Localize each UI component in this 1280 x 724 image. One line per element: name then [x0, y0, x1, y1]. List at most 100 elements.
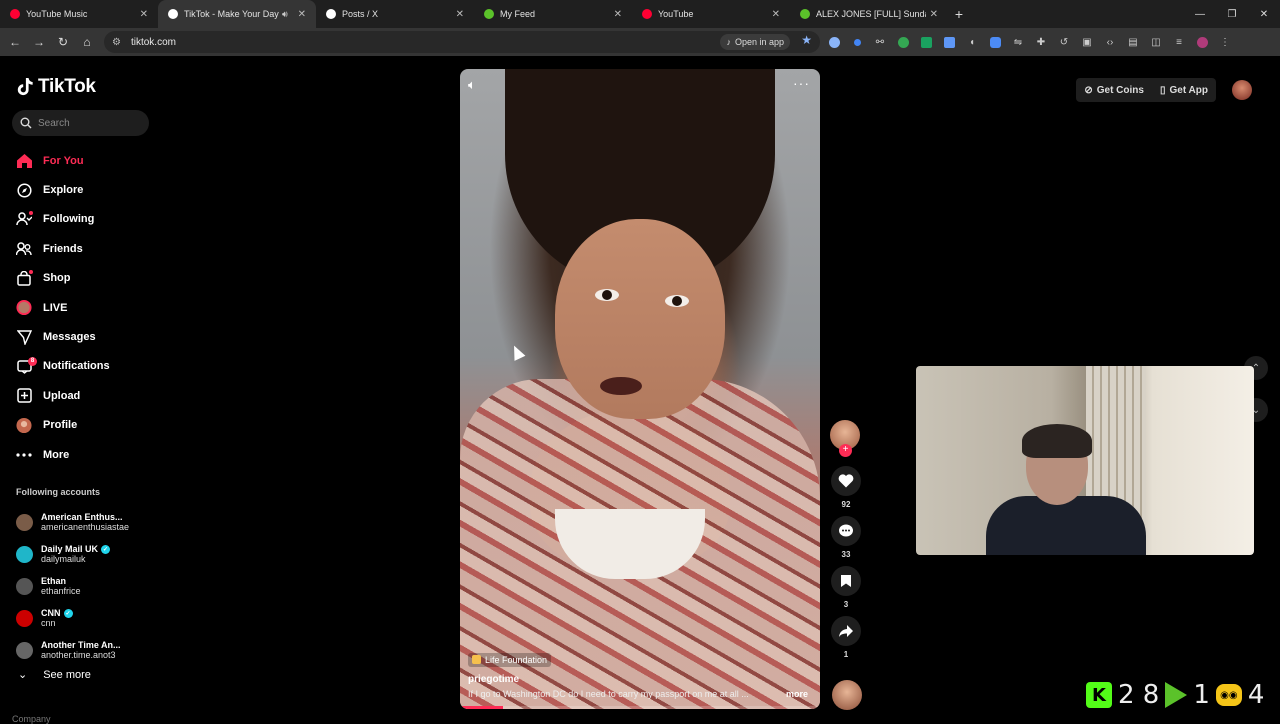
nav-item-label: Shop [43, 272, 71, 285]
restore-icon[interactable]: ❐ [1216, 9, 1248, 20]
video-progress-bar[interactable] [460, 706, 820, 709]
header-actions: ⊘ Get Coins ▯ Get App [1076, 78, 1252, 102]
minimize-icon[interactable]: — [1184, 9, 1216, 20]
share-action[interactable]: 1 [830, 616, 862, 660]
sidebar-icon[interactable]: ▤ [1125, 36, 1141, 48]
nav-item-label: Following [43, 213, 95, 226]
video-tag[interactable]: Life Foundation [468, 652, 552, 667]
nav-item-live[interactable]: LIVE [16, 293, 156, 322]
browser-tab[interactable]: Posts / X ✕ [316, 0, 474, 28]
search-input[interactable] [38, 117, 138, 129]
extension-icon[interactable] [895, 36, 911, 48]
comment-action[interactable]: 33 [830, 516, 862, 560]
browser-tab[interactable]: My Feed ✕ [474, 0, 632, 28]
translate-icon[interactable]: ⇋ [1010, 36, 1026, 48]
reading-list-icon[interactable]: ◫ [1148, 36, 1164, 48]
following-account[interactable]: Another Time An... another.time.anot3 [16, 634, 156, 666]
like-action[interactable]: 92 [830, 466, 862, 510]
share-count: 1 [843, 650, 849, 659]
forward-icon[interactable]: → [27, 35, 51, 49]
account-handle: cnn [41, 618, 56, 628]
tab-close-icon[interactable]: ✕ [614, 9, 622, 20]
get-app-button[interactable]: ▯ Get App [1152, 78, 1216, 102]
tab-close-icon[interactable]: ✕ [772, 9, 780, 20]
address-bar[interactable]: ⚙ tiktok.com ♪ Open in app ★ [104, 31, 820, 53]
back-icon[interactable]: ← [3, 35, 27, 49]
description-more-link[interactable]: more [786, 689, 808, 699]
nav-item-explore[interactable]: Explore [16, 175, 156, 204]
profile-avatar-icon[interactable] [1194, 36, 1210, 48]
friends-icon [16, 241, 32, 257]
tab-title: YouTube [658, 9, 694, 19]
company-link[interactable]: Company [12, 714, 51, 724]
menu-icon[interactable]: ⋮ [1217, 36, 1233, 48]
bookmark-icon [841, 575, 851, 587]
following-account[interactable]: Ethan ethanfrice [16, 570, 156, 602]
browser-tab[interactable]: ALEX JONES [FULL] Sunday 8/2 ✕ [790, 0, 948, 28]
following-account[interactable]: American Enthus... americanenthusiastae [16, 506, 156, 538]
bookmark-star-icon[interactable]: ★ [801, 33, 812, 47]
tiktok-logo[interactable]: TikTok [16, 76, 96, 98]
nav-item-upload[interactable]: Upload [16, 381, 156, 410]
video-username[interactable]: priegotime [468, 674, 812, 685]
video-player[interactable]: 🔈︎ ··· Life Foundation priegotime If I g… [460, 69, 820, 709]
extension-icon[interactable] [941, 36, 957, 48]
sound-icon[interactable]: ◖ [964, 36, 980, 48]
share-icon [839, 625, 853, 637]
extension-icon[interactable] [918, 36, 934, 48]
nav-item-for-you[interactable]: For You [16, 146, 156, 175]
extension-icon[interactable] [826, 36, 842, 48]
nav-item-profile[interactable]: Profile [16, 411, 156, 440]
account-avatar [16, 513, 33, 531]
music-disc-avatar[interactable] [832, 680, 862, 710]
tab-audio-icon[interactable]: 🔊︎ [282, 9, 288, 20]
following-account[interactable]: Daily Mail UK ✓ dailymailuk [16, 538, 156, 570]
new-tab-icon[interactable]: + [948, 6, 970, 22]
follow-plus-icon[interactable]: + [839, 444, 852, 457]
camera-icon[interactable]: ▣ [1079, 36, 1095, 48]
tab-close-icon[interactable]: ✕ [456, 9, 464, 20]
see-more-button[interactable]: ⌄ See more [18, 668, 91, 682]
browser-tab[interactable]: YouTube Music ✕ [0, 0, 158, 28]
like-count: 92 [841, 500, 851, 509]
reload-icon[interactable]: ↻ [51, 35, 75, 49]
open-in-app-label: Open in app [734, 37, 784, 47]
nav-item-shop[interactable]: Shop [16, 264, 156, 293]
extension-icon[interactable] [849, 36, 865, 48]
tab-close-icon[interactable]: ✕ [298, 9, 306, 20]
search-box[interactable] [12, 110, 149, 136]
nav-item-more[interactable]: More [16, 440, 156, 469]
heart-icon [838, 474, 854, 488]
volume-icon[interactable]: 🔈︎ [468, 77, 476, 93]
nav-item-friends[interactable]: Friends [16, 234, 156, 263]
browser-tab[interactable]: TikTok - Make Your Day 🔊︎ ✕ [158, 0, 316, 28]
history-icon[interactable]: ↺ [1056, 36, 1072, 48]
shield-icon[interactable] [987, 36, 1003, 48]
more-options-icon[interactable]: ··· [793, 75, 810, 91]
save-action[interactable]: 3 [830, 566, 862, 610]
video-frame-part [595, 289, 619, 301]
close-window-icon[interactable]: ✕ [1248, 9, 1280, 20]
open-in-app-button[interactable]: ♪ Open in app [720, 34, 790, 50]
puzzle-icon[interactable]: ✚ [1033, 36, 1049, 48]
author-avatar[interactable]: + [830, 420, 860, 457]
url-text: tiktok.com [130, 36, 176, 48]
code-icon[interactable]: ‹› [1102, 36, 1118, 48]
home-icon [16, 153, 32, 169]
glasses-icon[interactable]: ⚯ [872, 36, 888, 48]
account-handle: dailymailuk [41, 554, 86, 564]
tab-favicon-icon [800, 9, 810, 19]
following-account[interactable]: CNN ✓ cnn [16, 602, 156, 634]
downloads-icon[interactable]: ≡ [1171, 36, 1187, 48]
browser-tab[interactable]: YouTube ✕ [632, 0, 790, 28]
tab-close-icon[interactable]: ✕ [140, 9, 148, 20]
user-avatar[interactable] [1232, 80, 1252, 100]
nav-item-notifications[interactable]: 8 Notifications [16, 352, 156, 381]
nav-item-following[interactable]: Following [16, 205, 156, 234]
tab-close-icon[interactable]: ✕ [930, 9, 938, 20]
get-coins-button[interactable]: ⊘ Get Coins [1076, 78, 1152, 102]
home-button-icon[interactable]: ⌂ [75, 35, 99, 49]
nav-item-messages[interactable]: Messages [16, 322, 156, 351]
site-info-icon[interactable]: ⚙ [112, 37, 121, 48]
video-tag-label: Life Foundation [485, 654, 548, 665]
